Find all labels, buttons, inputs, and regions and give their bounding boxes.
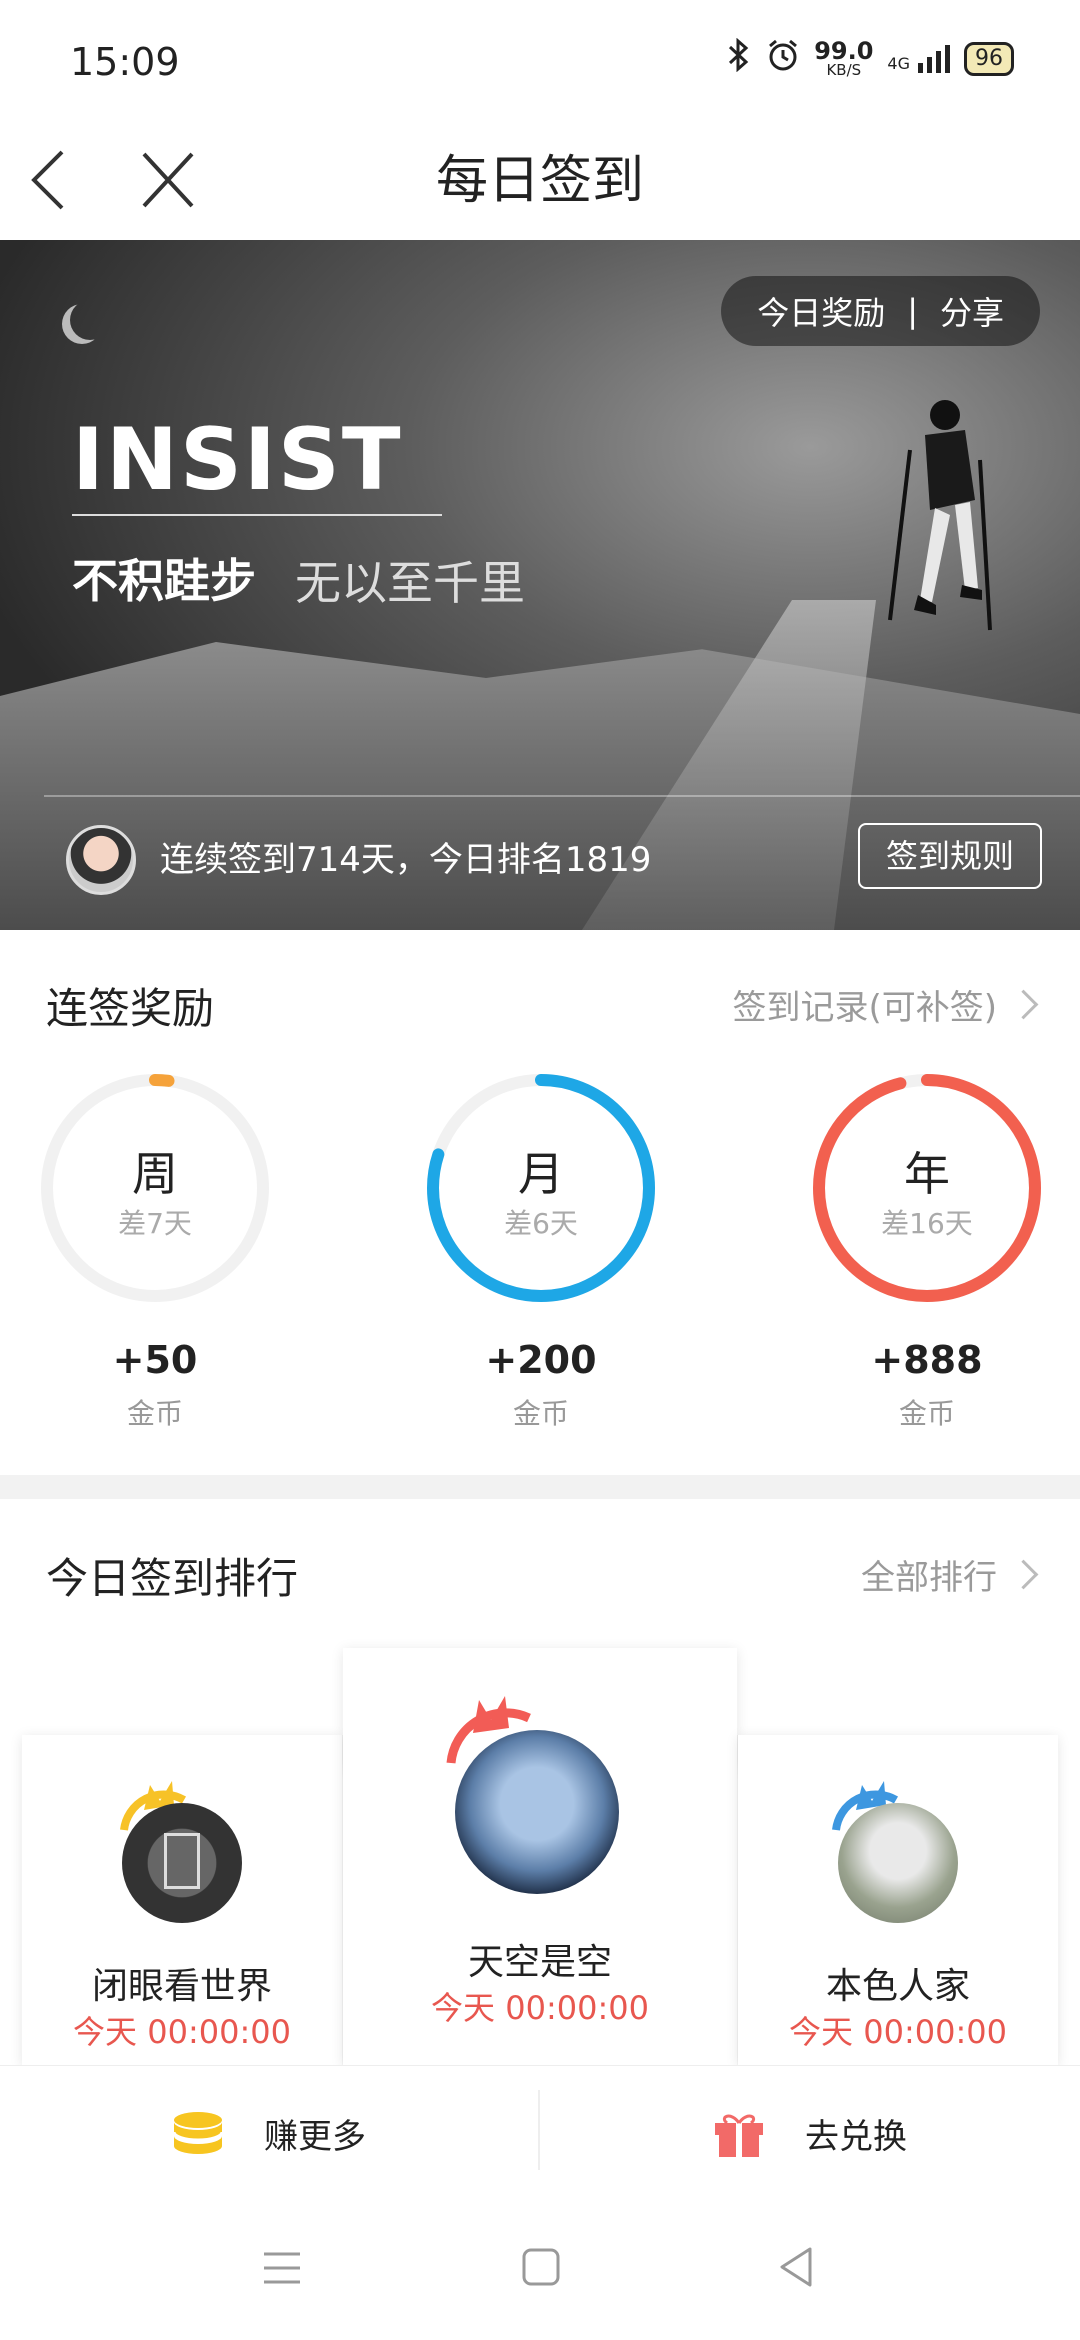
rank-card-1[interactable]: 天空是空 今天 00:00:00 (343, 1648, 737, 2065)
bottom-bar-separator (538, 2090, 540, 2170)
reward-unit: 金币 (126, 1397, 183, 1430)
reward-amount: +888 (871, 1338, 983, 1382)
rank-name-3: 本色人家 (825, 1966, 970, 2007)
chevron-right-icon (1008, 989, 1039, 1020)
ring-remaining: 差7天 (118, 1207, 192, 1240)
section-divider (0, 1475, 1080, 1499)
checkin-rules-button[interactable]: 签到规则 (858, 823, 1042, 889)
reward-ring-2: 年差16天 (807, 1068, 1047, 1308)
reward-amount: +50 (112, 1338, 198, 1382)
exchange-label: 去兑换 (805, 2117, 907, 2157)
headline-underline (72, 514, 442, 516)
back-nav-button[interactable] (778, 2246, 814, 2292)
system-nav-bar (0, 2200, 1080, 2340)
nav-bar: 每日签到 (0, 120, 1080, 240)
home-icon (522, 2248, 560, 2286)
net-speed: 99.0 KB/S (814, 37, 874, 79)
chevron-right-icon (1008, 1559, 1039, 1590)
share-link[interactable]: 分享 (940, 288, 1004, 334)
ranking-title: 今日签到排行 (46, 1554, 299, 1603)
alarm-icon (766, 38, 800, 79)
rank-name-1: 天空是空 (467, 1942, 612, 1983)
menu-button[interactable] (262, 2250, 302, 2290)
status-time: 15:09 (70, 40, 180, 84)
bluetooth-icon (726, 37, 752, 79)
all-ranking-label: 全部排行 (861, 1558, 997, 1598)
avatar-graphic (164, 1833, 200, 1889)
reward-ring-1: 月差6天 (421, 1068, 661, 1308)
banner-headline: INSIST (72, 410, 403, 510)
rank-name-2: 闭眼看世界 (91, 1966, 272, 2007)
banner-divider (44, 795, 1080, 797)
hiker-figure (888, 400, 992, 631)
coins-icon (172, 2111, 224, 2154)
rank-time-2: 今天 00:00:00 (73, 2013, 291, 2051)
earn-more-button[interactable]: 赚更多 (0, 2066, 538, 2201)
gift-icon (715, 2114, 763, 2157)
rank-time-1: 今天 00:00:00 (431, 1989, 649, 2027)
reward-ring-0: 周差7天 (35, 1068, 275, 1308)
signal-icon: 4G (887, 44, 950, 73)
checkin-record-link[interactable]: 签到记录(可补签) (732, 980, 1039, 1029)
bottom-action-bar: 赚更多 去兑换 (0, 2065, 1080, 2201)
hero-banner: 今日奖励 | 分享 INSIST 不积跬步 无以至千里 连续签到714天，今日排… (0, 240, 1080, 930)
all-ranking-link[interactable]: 全部排行 (861, 1550, 1039, 1599)
earn-more-label: 赚更多 (264, 2117, 366, 2157)
menu-icon (264, 2252, 300, 2284)
rank-avatar-1 (455, 1730, 619, 1894)
pill-separator: | (907, 292, 918, 330)
ring-remaining: 差6天 (504, 1207, 578, 1240)
home-button[interactable] (522, 2248, 560, 2290)
status-bar: 15:09 99.0 KB/S 4G 96 (0, 0, 1080, 120)
rank-time-3: 今天 00:00:00 (789, 2013, 1007, 2051)
ring-period-label: 年 (904, 1147, 950, 1201)
user-avatar[interactable] (66, 825, 136, 895)
status-icons: 99.0 KB/S 4G 96 (726, 37, 1014, 79)
reward-share-pill: 今日奖励 | 分享 (721, 276, 1040, 346)
rank-card-2[interactable]: 闭眼看世界 今天 00:00:00 (22, 1735, 342, 2065)
reward-unit: 金币 (512, 1397, 569, 1430)
exchange-button[interactable]: 去兑换 (540, 2066, 1080, 2201)
banner-motto-main: 不积跬步 (72, 554, 256, 608)
ring-remaining: 差16天 (881, 1207, 973, 1240)
rank-avatar-2 (122, 1803, 242, 1923)
streak-text: 连续签到714天，今日排名1819 (160, 840, 652, 880)
rank-card-3[interactable]: 本色人家 今天 00:00:00 (738, 1735, 1058, 2065)
battery-icon: 96 (964, 41, 1014, 76)
reward-amount: +200 (485, 1338, 597, 1382)
moon-icon (70, 300, 110, 340)
today-reward-link[interactable]: 今日奖励 (757, 288, 885, 334)
ring-period-label: 月 (518, 1147, 564, 1201)
ring-period-label: 周 (132, 1147, 178, 1201)
checkin-record-label: 签到记录(可补签) (732, 988, 997, 1028)
back-triangle-icon (780, 2247, 812, 2287)
rank-avatar-3 (838, 1803, 958, 1923)
rewards-title: 连签奖励 (46, 984, 215, 1033)
page-title: 每日签到 (435, 151, 644, 211)
banner-motto-sub: 无以至千里 (295, 556, 525, 610)
reward-unit: 金币 (898, 1397, 955, 1430)
